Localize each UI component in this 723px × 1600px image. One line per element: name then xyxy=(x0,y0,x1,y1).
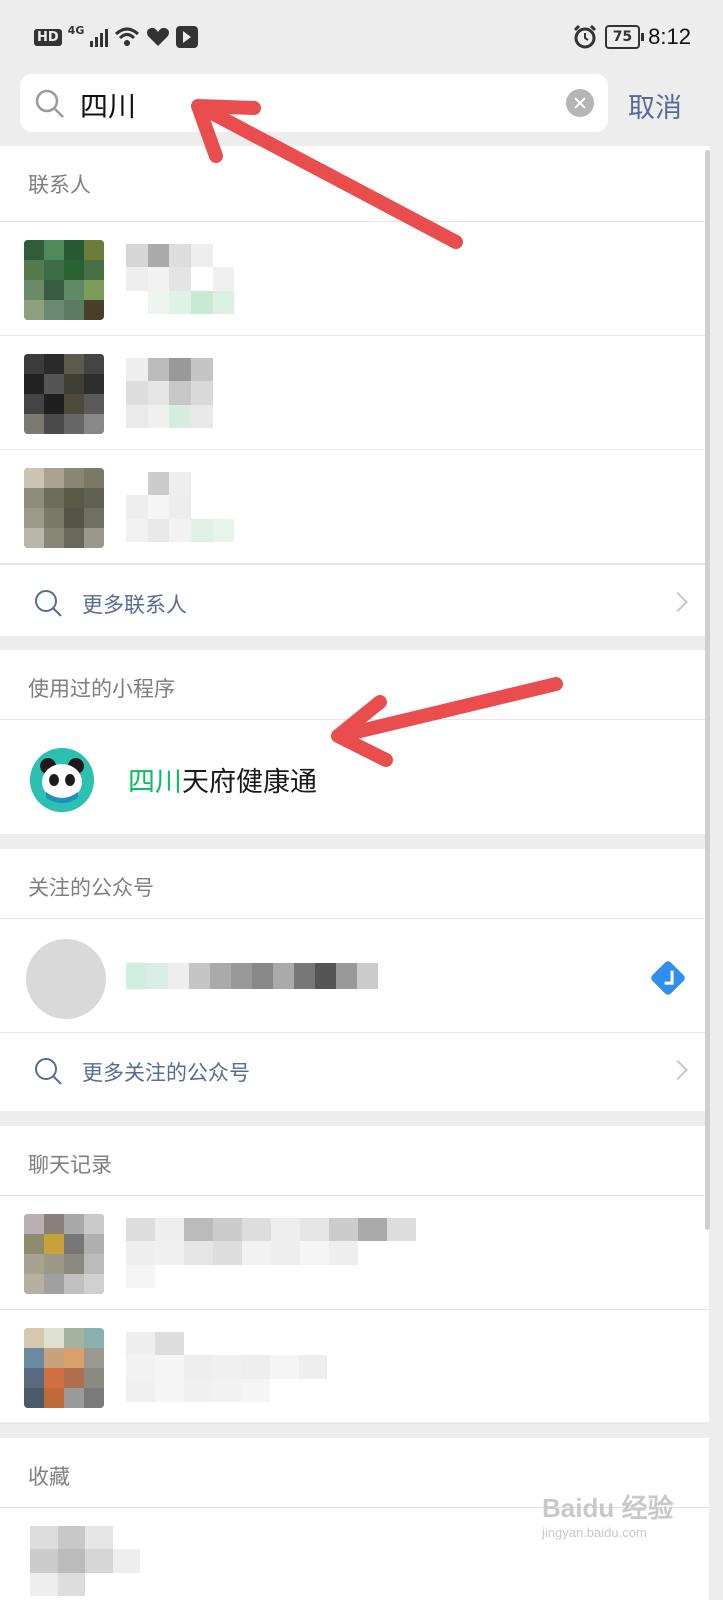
official-account-avatar xyxy=(26,939,106,1019)
contacts-section-title: 联系人 xyxy=(0,146,709,222)
heart-rate-icon xyxy=(147,27,170,46)
more-official-accounts-link[interactable]: 更多关注的公众号 xyxy=(0,1033,709,1111)
contact-name-redacted xyxy=(126,358,256,428)
status-left: HD 4G xyxy=(34,23,199,48)
search-query-text[interactable]: 四川 xyxy=(80,85,136,125)
wifi-icon xyxy=(115,27,140,46)
scrollbar[interactable] xyxy=(705,150,710,1230)
mini-programs-section: 使用过的小程序 四川天府健康通 xyxy=(0,650,709,834)
contact-result-row[interactable] xyxy=(0,336,709,450)
chat-avatar xyxy=(24,1328,104,1408)
chat-history-row[interactable] xyxy=(0,1310,709,1424)
mini-programs-section-title: 使用过的小程序 xyxy=(0,650,709,720)
panda-app-icon xyxy=(30,748,94,812)
favorite-item-redacted[interactable] xyxy=(30,1526,140,1596)
chevron-right-icon xyxy=(668,592,688,612)
chat-history-row[interactable] xyxy=(0,1196,709,1310)
search-icon xyxy=(35,89,64,118)
official-accounts-section: 关注的公众号 更多关注的公众号 xyxy=(0,849,709,1111)
clear-search-button[interactable] xyxy=(566,89,594,117)
search-icon xyxy=(35,1058,62,1085)
chat-name-redacted xyxy=(126,1332,356,1402)
chat-name-redacted xyxy=(126,1218,416,1288)
search-icon xyxy=(35,590,62,617)
official-account-name-redacted xyxy=(126,963,378,989)
chat-avatar xyxy=(24,1214,104,1294)
more-contacts-link[interactable]: 更多联系人 xyxy=(0,564,709,642)
status-right: 75 8:12 xyxy=(573,24,691,50)
contact-name-redacted xyxy=(126,472,256,542)
app-notification-icon xyxy=(176,26,199,48)
search-input[interactable]: 四川 xyxy=(20,74,608,132)
contact-result-row[interactable] xyxy=(0,450,709,564)
chevron-right-icon xyxy=(668,1060,688,1080)
more-contacts-label: 更多联系人 xyxy=(82,593,187,617)
contact-avatar xyxy=(24,354,104,434)
chat-history-section-title: 聊天记录 xyxy=(0,1126,709,1196)
baidu-watermark-logo: Baidu 经验 jingyan.baidu.com xyxy=(542,1493,674,1540)
contact-result-row[interactable] xyxy=(0,222,709,336)
official-accounts-section-title: 关注的公众号 xyxy=(0,849,709,919)
official-account-row[interactable] xyxy=(0,919,709,1033)
hd-badge: HD xyxy=(34,28,62,46)
battery-indicator: 75 xyxy=(604,25,645,49)
cancel-button[interactable]: 取消 xyxy=(628,86,682,125)
mini-program-name: 四川天府健康通 xyxy=(128,767,317,798)
clock: 8:12 xyxy=(648,24,691,49)
status-bar: HD 4G 75 8:12 xyxy=(0,0,723,72)
network-type: 4G xyxy=(67,23,85,37)
contact-avatar xyxy=(24,240,104,320)
signal-icon xyxy=(90,27,109,47)
contact-avatar xyxy=(24,468,104,548)
contacts-section: 联系人 更多联系人 xyxy=(0,146,709,636)
alarm-icon xyxy=(573,25,596,49)
chat-history-section: 聊天记录 xyxy=(0,1126,709,1424)
contact-name-redacted xyxy=(126,244,256,314)
mini-program-result[interactable]: 四川天府健康通 xyxy=(0,720,709,834)
verified-badge-icon xyxy=(649,959,687,997)
more-official-accounts-label: 更多关注的公众号 xyxy=(82,1061,250,1085)
